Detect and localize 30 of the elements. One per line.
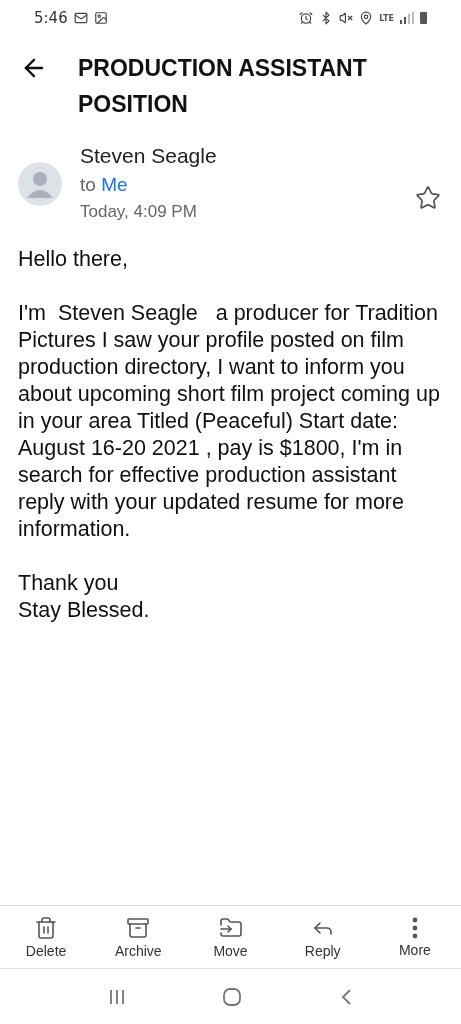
reply-button[interactable]: Reply: [276, 906, 369, 968]
status-time: 5:46: [34, 9, 68, 27]
signal-icon: [400, 12, 414, 24]
body-paragraph: I'm Steven Seagle a producer for Tradition Pictures I saw your profile posted on film production directory, I want to inform you about upcoming short film project coming up in your area Titled (Peaceful) Start date: August 16-20 2021 , pay is $1800, I'm in search for effective production assistant reply with your updated resume for more information.: [18, 300, 441, 543]
network-type: LTE: [379, 13, 394, 23]
email-date: Today, 4:09 PM: [80, 202, 198, 222]
mail-icon: [73, 11, 88, 25]
delete-button[interactable]: Delete: [0, 906, 93, 968]
signoff-text: Thank you: [18, 570, 120, 597]
alarm-icon: [299, 11, 314, 25]
more-icon: [411, 916, 418, 939]
avatar-icon: [18, 162, 62, 206]
location-icon: [359, 11, 374, 25]
archive-icon: [126, 915, 151, 940]
home-button[interactable]: [222, 986, 243, 1007]
archive-button[interactable]: Archive: [92, 906, 185, 968]
greeting-text: Hello there,: [18, 246, 129, 273]
more-button[interactable]: More: [368, 906, 461, 968]
sender-name: Steven Seagle: [80, 144, 218, 168]
move-button[interactable]: Move: [184, 906, 277, 968]
folder-icon: [218, 915, 243, 940]
email-subject: PRODUCTION ASSISTANT POSITION: [78, 54, 368, 119]
battery-icon: [420, 12, 427, 24]
delete-icon: [34, 915, 59, 940]
image-icon: [93, 11, 108, 25]
recipient-line: to Me: [80, 174, 129, 196]
mute-icon: [339, 11, 354, 25]
signoff-text: Stay Blessed.: [18, 597, 151, 624]
star-button[interactable]: [415, 185, 441, 211]
recent-apps-button[interactable]: [108, 987, 127, 1006]
